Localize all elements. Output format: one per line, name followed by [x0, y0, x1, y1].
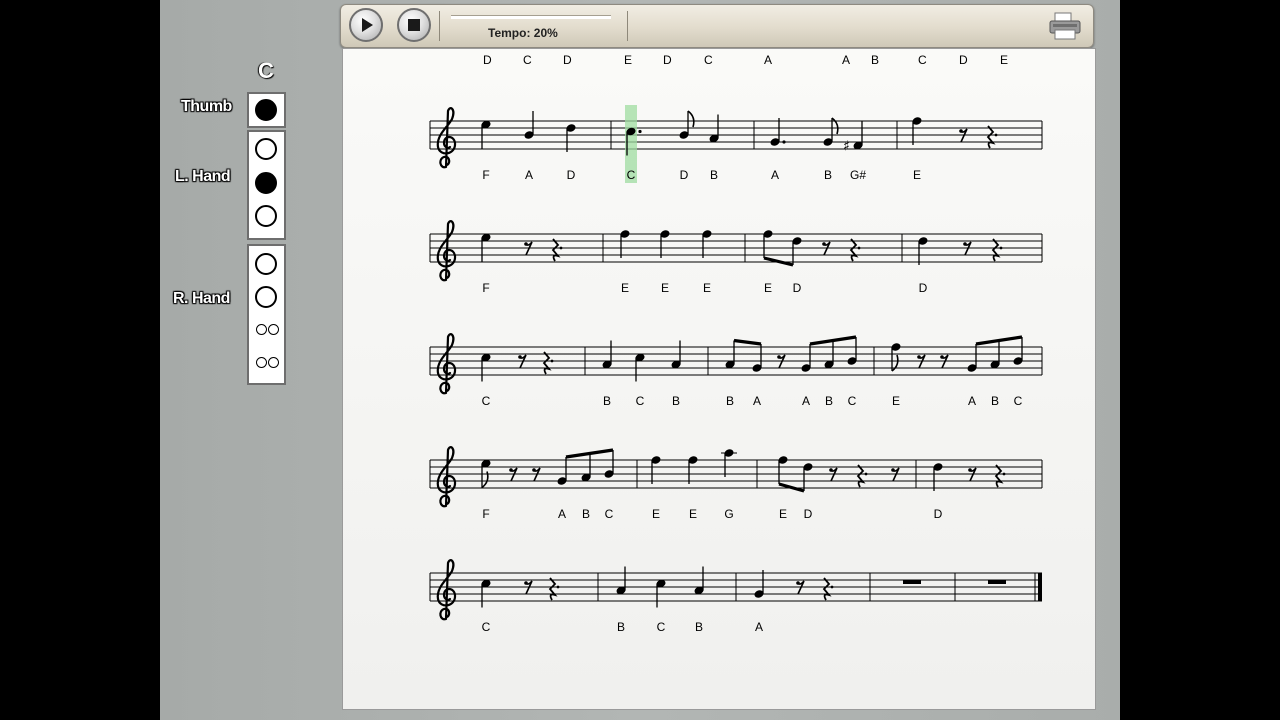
rest-dot	[864, 472, 868, 476]
quarter-rest	[822, 577, 832, 601]
note-name-label: E	[913, 168, 921, 182]
eighth-rest-dot	[518, 355, 522, 359]
staff-area: ♯ F A D C D B A B G# E F E E E E D D C B C B B A A B C E A B C F A B C E E G E…	[429, 105, 1043, 634]
note-name-label: A	[558, 507, 566, 521]
note-name-label: C	[482, 394, 491, 408]
note-dot	[638, 129, 642, 134]
treble-clef-icon	[436, 446, 457, 508]
note-name-label: E	[652, 507, 660, 521]
rest-dot	[550, 359, 554, 363]
eighth-rest-dot	[963, 242, 967, 246]
note-name-label: D	[567, 168, 576, 182]
note-beam	[733, 338, 762, 346]
note-name-label: A	[753, 394, 761, 408]
note-name-label: A	[525, 168, 533, 182]
note-name-label: D	[804, 507, 813, 521]
note-name-label: A	[771, 168, 779, 182]
note-name-label: F	[482, 507, 489, 521]
sharp-sign: ♯	[843, 139, 850, 155]
note-name-label: B	[695, 620, 703, 634]
note-name-label: B	[825, 394, 833, 408]
eighth-rest-dot	[532, 468, 536, 472]
eighth-rest-dot	[940, 355, 944, 359]
treble-clef-icon	[436, 107, 457, 169]
note-name-label: C	[627, 168, 636, 182]
eighth-rest-dot	[968, 468, 972, 472]
quarter-rest	[986, 125, 996, 149]
eighth-rest-dot	[891, 468, 895, 472]
note-name-label: C	[657, 620, 666, 634]
note-name-label: B	[617, 620, 625, 634]
note-name-label: D	[919, 281, 928, 295]
staff-row: CBCBBAABCEABC	[429, 333, 1043, 408]
eighth-rest-dot	[524, 242, 528, 246]
note-name-label: B	[991, 394, 999, 408]
quarter-rest	[994, 464, 1004, 488]
note-name-label: C	[605, 507, 614, 521]
note-name-label: B	[672, 394, 680, 408]
note-name-label: A	[802, 394, 810, 408]
rest-dot	[830, 585, 834, 589]
rest-dot	[999, 246, 1003, 250]
note-flag	[891, 354, 899, 372]
whole-rest	[988, 580, 1006, 584]
note-name-label: C	[1014, 394, 1023, 408]
note-dot	[782, 140, 786, 144]
rest-dot	[559, 246, 563, 250]
note-name-label: B	[582, 507, 590, 521]
note-name-label: A	[755, 620, 763, 634]
eighth-rest-dot	[917, 355, 921, 359]
note-name-label: C	[848, 394, 857, 408]
note-name-label: D	[934, 507, 943, 521]
note-name-label: C	[482, 620, 491, 634]
note-name-label: B	[603, 394, 611, 408]
quarter-rest	[542, 351, 552, 375]
note-name-label: E	[689, 507, 697, 521]
note-name-label: B	[824, 168, 832, 182]
treble-clef-icon	[436, 559, 457, 621]
eighth-rest-dot	[524, 581, 528, 585]
staff-row: FABCEEGEDD	[429, 446, 1043, 521]
note-name-label: F	[482, 168, 489, 182]
note-name-label: G#	[850, 168, 866, 182]
eighth-rest-dot	[509, 468, 513, 472]
note-name-label: B	[710, 168, 718, 182]
quarter-rest	[991, 238, 1001, 262]
quarter-rest	[856, 464, 866, 488]
note-name-label: E	[661, 281, 669, 295]
rest-dot	[994, 133, 998, 137]
note-name-label: E	[779, 507, 787, 521]
note-flag	[687, 110, 695, 128]
quarter-rest	[849, 238, 859, 262]
staff-row: ♯ F A D C D B A B G# E	[429, 105, 1043, 183]
rest-dot	[857, 246, 861, 250]
note-name-label: A	[968, 394, 976, 408]
eighth-rest-dot	[959, 129, 963, 133]
eighth-rest-dot	[822, 242, 826, 246]
eighth-rest-dot	[777, 355, 781, 359]
note-name-label: E	[892, 394, 900, 408]
eighth-rest-dot	[829, 468, 833, 472]
note-name-label: D	[680, 168, 689, 182]
staff-row: CBCBA	[429, 559, 1042, 634]
note-name-label: C	[636, 394, 645, 408]
final-barline	[1038, 573, 1042, 601]
quarter-rest	[551, 238, 561, 262]
note-name-label: E	[703, 281, 711, 295]
staff-row: FEEEEDD	[429, 220, 1043, 295]
whole-rest	[903, 580, 921, 584]
note-name-label: E	[764, 281, 772, 295]
note-name-label: E	[621, 281, 629, 295]
treble-clef-icon	[436, 220, 457, 282]
note-name-label: F	[482, 281, 489, 295]
note-flag	[831, 117, 839, 135]
quarter-rest	[548, 577, 558, 601]
eighth-rest-dot	[796, 581, 800, 585]
rest-dot	[1002, 472, 1006, 476]
note-name-label: B	[726, 394, 734, 408]
treble-clef-icon	[436, 333, 457, 395]
note-name-label: G	[724, 507, 733, 521]
rest-dot	[556, 585, 560, 589]
note-name-label: D	[793, 281, 802, 295]
